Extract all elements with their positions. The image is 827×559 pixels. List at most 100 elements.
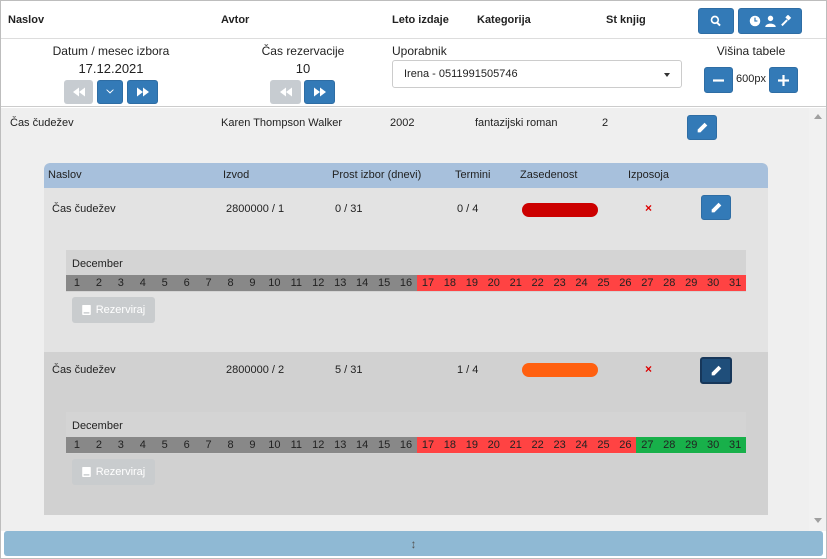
calendar-day[interactable]: 30 xyxy=(702,275,725,291)
height-increase-button[interactable] xyxy=(769,67,798,93)
calendar-day[interactable]: 7 xyxy=(197,437,220,453)
date-prev-button[interactable] xyxy=(64,80,93,104)
calendar-day[interactable]: 23 xyxy=(548,437,571,453)
calendar-day[interactable]: 17 xyxy=(417,275,439,291)
calendar-day[interactable]: 25 xyxy=(592,437,615,453)
calendar-day[interactable]: 21 xyxy=(504,275,527,291)
height-decrease-button[interactable] xyxy=(704,67,733,93)
calendar-day[interactable]: 14 xyxy=(351,275,374,291)
book-list: Čas čudežev Karen Thompson Walker 2002 f… xyxy=(1,108,809,531)
calendar-day[interactable]: 6 xyxy=(175,437,198,453)
calendar-day[interactable]: 10 xyxy=(263,275,286,291)
calendar-day[interactable]: 4 xyxy=(131,275,154,291)
resize-handle[interactable]: ↕ xyxy=(4,531,823,556)
calendar-day[interactable]: 1 xyxy=(66,275,88,291)
calendar-day[interactable]: 24 xyxy=(570,437,593,453)
calendar-day[interactable]: 11 xyxy=(285,437,308,453)
calendar-day[interactable]: 16 xyxy=(395,275,417,291)
calendar-day[interactable]: 1 xyxy=(66,437,88,453)
calendar-day[interactable]: 7 xyxy=(197,275,220,291)
copy-id: 2800000 / 2 xyxy=(226,364,285,376)
calendar-day[interactable]: 29 xyxy=(680,275,703,291)
calendar-day[interactable]: 5 xyxy=(153,275,176,291)
calendar-day[interactable]: 8 xyxy=(219,275,242,291)
calendar-day[interactable]: 12 xyxy=(307,275,330,291)
calendar-day[interactable]: 18 xyxy=(438,275,461,291)
header-author[interactable]: Avtor xyxy=(221,14,249,26)
header-year[interactable]: Leto izdaje xyxy=(392,14,449,26)
calendar-day[interactable]: 29 xyxy=(680,437,703,453)
pencil-icon xyxy=(697,122,707,133)
calendar-day[interactable]: 31 xyxy=(724,275,747,291)
calendar-day[interactable]: 28 xyxy=(658,275,681,291)
calendar-day[interactable]: 2 xyxy=(87,275,110,291)
calendar-day[interactable]: 25 xyxy=(592,275,615,291)
calendar-day[interactable]: 26 xyxy=(614,437,637,453)
search-button[interactable] xyxy=(698,8,734,34)
calendar-day[interactable]: 11 xyxy=(285,275,308,291)
vertical-scrollbar[interactable] xyxy=(809,108,826,531)
reservation-prev-button[interactable] xyxy=(270,80,301,104)
calendar-day[interactable]: 19 xyxy=(460,437,483,453)
calendar-day[interactable]: 22 xyxy=(526,275,549,291)
copy-id: 2800000 / 1 xyxy=(226,203,285,215)
calendar-day[interactable]: 20 xyxy=(482,275,505,291)
header-count[interactable]: St knjig xyxy=(606,14,646,26)
calendar-day[interactable]: 3 xyxy=(109,437,132,453)
edit-copy-button[interactable] xyxy=(701,195,731,220)
date-picker-button[interactable] xyxy=(97,80,123,104)
reserve-button[interactable]: Rezerviraj xyxy=(72,297,155,323)
copies-col-title: Naslov xyxy=(48,169,82,181)
calendar-day[interactable]: 23 xyxy=(548,275,571,291)
calendar-day[interactable]: 5 xyxy=(153,437,176,453)
calendar-day[interactable]: 9 xyxy=(241,437,264,453)
calendar-day[interactable]: 27 xyxy=(636,275,659,291)
calendar-day[interactable]: 15 xyxy=(373,437,396,453)
calendar-day[interactable]: 13 xyxy=(329,437,352,453)
height-value: 600px xyxy=(736,73,766,85)
calendar-day[interactable]: 12 xyxy=(307,437,330,453)
book-category: fantazijski roman xyxy=(475,117,558,129)
edit-copy-button[interactable] xyxy=(700,357,732,384)
admin-tools-button[interactable] xyxy=(738,8,802,34)
height-label: Višina tabele xyxy=(716,44,786,58)
calendar-day[interactable]: 22 xyxy=(526,437,549,453)
calendar-day[interactable]: 28 xyxy=(658,437,681,453)
reservation-next-button[interactable] xyxy=(304,80,335,104)
calendar-day[interactable]: 16 xyxy=(395,437,417,453)
calendar-day[interactable]: 4 xyxy=(131,437,154,453)
calendar-day[interactable]: 21 xyxy=(504,437,527,453)
calendar-day[interactable]: 3 xyxy=(109,275,132,291)
calendar-day[interactable]: 10 xyxy=(263,437,286,453)
edit-book-button[interactable] xyxy=(687,115,717,140)
calendar-day[interactable]: 30 xyxy=(702,437,725,453)
user-select[interactable]: Irena - 0511991505746 xyxy=(392,60,682,88)
calendar-day[interactable]: 19 xyxy=(460,275,483,291)
scroll-up-arrow-icon[interactable] xyxy=(814,114,822,119)
double-chevron-left-icon xyxy=(72,87,85,97)
header-category[interactable]: Kategorija xyxy=(477,14,531,26)
calendar-day[interactable]: 24 xyxy=(570,275,593,291)
calendar-day[interactable]: 9 xyxy=(241,275,264,291)
occupancy-bar xyxy=(522,363,598,377)
reserve-button[interactable]: Rezerviraj xyxy=(72,459,155,485)
calendar-day[interactable]: 27 xyxy=(636,437,659,453)
calendar-day[interactable]: 2 xyxy=(87,437,110,453)
user-select-value: Irena - 0511991505746 xyxy=(404,68,518,80)
calendar-month: December xyxy=(72,258,123,270)
calendar-day[interactable]: 18 xyxy=(438,437,461,453)
calendar-day[interactable]: 13 xyxy=(329,275,352,291)
calendar-day[interactable]: 17 xyxy=(417,437,439,453)
calendar-day[interactable]: 6 xyxy=(175,275,198,291)
calendar-day[interactable]: 26 xyxy=(614,275,637,291)
header-title[interactable]: Naslov xyxy=(8,14,44,26)
calendar-day[interactable]: 15 xyxy=(373,275,396,291)
calendar-day[interactable]: 31 xyxy=(724,437,747,453)
calendar-day[interactable]: 20 xyxy=(482,437,505,453)
calendar-day[interactable]: 8 xyxy=(219,437,242,453)
date-next-button[interactable] xyxy=(127,80,158,104)
calendar-day[interactable]: 14 xyxy=(351,437,374,453)
double-chevron-left-icon xyxy=(279,87,292,97)
plus-icon xyxy=(778,74,789,86)
scroll-down-arrow-icon[interactable] xyxy=(814,518,822,523)
